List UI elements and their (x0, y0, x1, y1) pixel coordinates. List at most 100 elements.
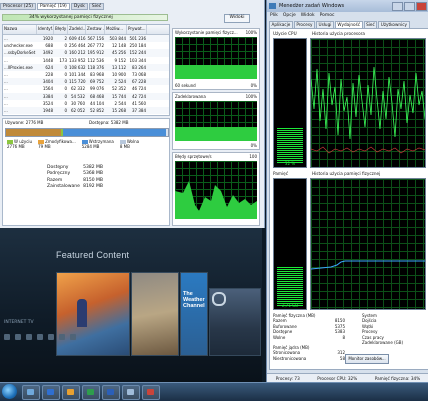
table-cell: 101 344 (69, 71, 86, 77)
table-cell: 1920 (42, 36, 53, 41)
table-row[interactable]: ...ssbyDorkeSet 3492 0 160 212 195 912 45 256… (3, 49, 169, 57)
memory-bar (5, 128, 169, 137)
cpu-history-label: Historia użycia procesora (312, 31, 365, 36)
hard-faults-panel: Błędy sprzętowe/s 100 (172, 152, 260, 226)
table-cell: 15 268 (112, 107, 126, 113)
menu-options[interactable]: Opcje (283, 12, 296, 20)
menu-view[interactable]: Widok (301, 12, 315, 20)
table-cell: ... (4, 107, 8, 113)
memory-gauge: 2,71 GB (273, 178, 307, 310)
table-row[interactable]: ... 3384 0 54 532 68 468 15 744 42 724 (3, 92, 169, 100)
table-cell: 10 900 (112, 71, 126, 77)
person-figure (77, 299, 87, 327)
col-shareable[interactable]: Możliw... (105, 25, 127, 34)
media-icon[interactable] (37, 334, 43, 340)
memory-bar-segment (6, 129, 62, 136)
taskbar-app-icon[interactable] (122, 385, 140, 400)
table-cell: 62 332 (71, 86, 85, 92)
table-cell: 41 560 (132, 100, 146, 106)
table-cell: 0 (64, 71, 67, 77)
table-row[interactable]: ... 1948 0 62 052 52 852 15 268 37 384 (3, 106, 169, 115)
table-row[interactable]: ... 3524 0 30 760 44 104 2 544 41 560 (3, 100, 169, 107)
table-cell: 46 724 (132, 86, 146, 92)
hard-faults-area (175, 181, 257, 219)
table-cell: 173 (59, 57, 67, 63)
table-cell: 62 052 (71, 107, 85, 113)
col-pid[interactable]: Identyf... (37, 25, 54, 34)
menu-help[interactable]: Pomoc (320, 12, 335, 20)
media-icon[interactable] (15, 334, 21, 340)
physical-usage-area (175, 65, 257, 79)
tab-disk[interactable]: Dysk (70, 3, 88, 10)
available-label: Dostępna: 5382 MB (89, 120, 129, 125)
taskbar-app-icon[interactable] (22, 385, 40, 400)
stat-row: Zainstalowane 8192 MB (47, 184, 103, 190)
commit-panel: Zadeklarowana 100% 0% (172, 92, 260, 150)
table-cell: 52 852 (90, 107, 104, 113)
table-cell: 256 464 (69, 43, 86, 49)
media-icon[interactable] (70, 334, 76, 340)
table-cell: 1448 (42, 57, 53, 63)
stat-value: 8 (342, 334, 345, 340)
table-row[interactable]: ...lIProxies.exe 624 0 108 632 118 376 13 112… (3, 63, 169, 71)
resource-monitor-button[interactable]: Monitor zasobów... (345, 354, 389, 364)
cpu-history-lines (310, 66, 426, 154)
taskbar-app-icon[interactable] (62, 385, 80, 400)
taskbar-app-icon[interactable] (82, 385, 100, 400)
taskbar (0, 382, 428, 401)
loading-ring-icon (212, 292, 226, 306)
menu-file[interactable]: Plik (270, 12, 278, 20)
app-glyph-icon (87, 389, 94, 395)
window-controls (392, 2, 427, 11)
views-button[interactable]: Widoki (224, 14, 250, 23)
table-row[interactable]: ... 1448 173 133 952 112 536 9 152 103 344 (3, 57, 169, 64)
media-icon[interactable] (48, 334, 54, 340)
panel-title: Błędy sprzętowe/s (175, 154, 212, 159)
table-cell: 52 352 (112, 86, 126, 92)
tm-titlebar[interactable]: Menedżer zadań Windows (267, 0, 428, 12)
taskbar-app-icon[interactable] (142, 385, 160, 400)
media-icon[interactable] (4, 334, 10, 340)
taskbar-app-icon[interactable] (102, 385, 120, 400)
col-private[interactable]: Prywat... (127, 25, 147, 34)
col-commit[interactable]: Zadekl... (68, 25, 86, 34)
table-cell: 0 (64, 86, 67, 92)
media-icon[interactable] (26, 334, 32, 340)
taskbar-app-icon[interactable] (42, 385, 60, 400)
table-row[interactable]: ... 1564 0 62 332 99 076 52 352 46 724 (3, 85, 169, 92)
table-cell: 9 152 (114, 57, 126, 63)
table-row[interactable]: unchecker.exe 688 0 256 464 267 772 12 148 250… (3, 42, 169, 49)
maximize-button[interactable] (404, 2, 415, 11)
tab-memory[interactable]: Pamięć (19) (37, 3, 70, 10)
featured-tile-2[interactable] (131, 272, 179, 356)
table-cell: 115 720 (69, 79, 86, 85)
featured-tile-weather[interactable]: The Weather Channel (180, 272, 208, 356)
media-icon[interactable] (59, 334, 65, 340)
table-row[interactable]: ... 1920 2 609 416 567 156 503 844 501 236 (3, 35, 169, 43)
internet-tv-label[interactable]: INTERNET TV (4, 320, 34, 325)
tm-title: Menedżer zadań Windows (279, 3, 345, 9)
table-row[interactable]: ... 3404 0 115 720 69 752 2 524 67 228 (3, 78, 169, 86)
tab-cpu[interactable]: Procesor (25) (0, 3, 36, 10)
table-cell: ... (4, 93, 8, 99)
table-cell: 0 (64, 100, 67, 106)
panel-pct: 100% (245, 30, 257, 35)
close-button[interactable] (416, 2, 427, 11)
start-button[interactable] (2, 384, 17, 399)
col-working-set[interactable]: Zestaw ... (86, 25, 105, 34)
col-name[interactable]: Nazwa (3, 25, 37, 34)
memory-usage-banner[interactable]: 34% wykorzystanej pamięci fizycznej (2, 14, 168, 21)
table-row[interactable]: ... 228 0 101 344 83 968 10 900 73 068 (3, 71, 169, 78)
tab-network[interactable]: Sieć (88, 3, 105, 10)
table-cell: 1564 (42, 86, 53, 92)
table-cell: 250 184 (129, 43, 146, 49)
table-cell: ...ssbyDorkeSet (4, 50, 36, 56)
legend-value: 2776 MB (7, 144, 25, 149)
minimize-button[interactable] (392, 2, 403, 11)
app-glyph-icon (27, 389, 34, 395)
cpu-gauge-fill (277, 128, 303, 164)
stat-label: Zadeklarowane (GB) (362, 340, 404, 346)
featured-tile-1[interactable] (56, 272, 130, 356)
kernel-memory-group: Pamięć jądra (MB) Stronicowana 312 Niestr… (273, 345, 345, 361)
col-faults[interactable]: Błędy s... (54, 25, 68, 34)
